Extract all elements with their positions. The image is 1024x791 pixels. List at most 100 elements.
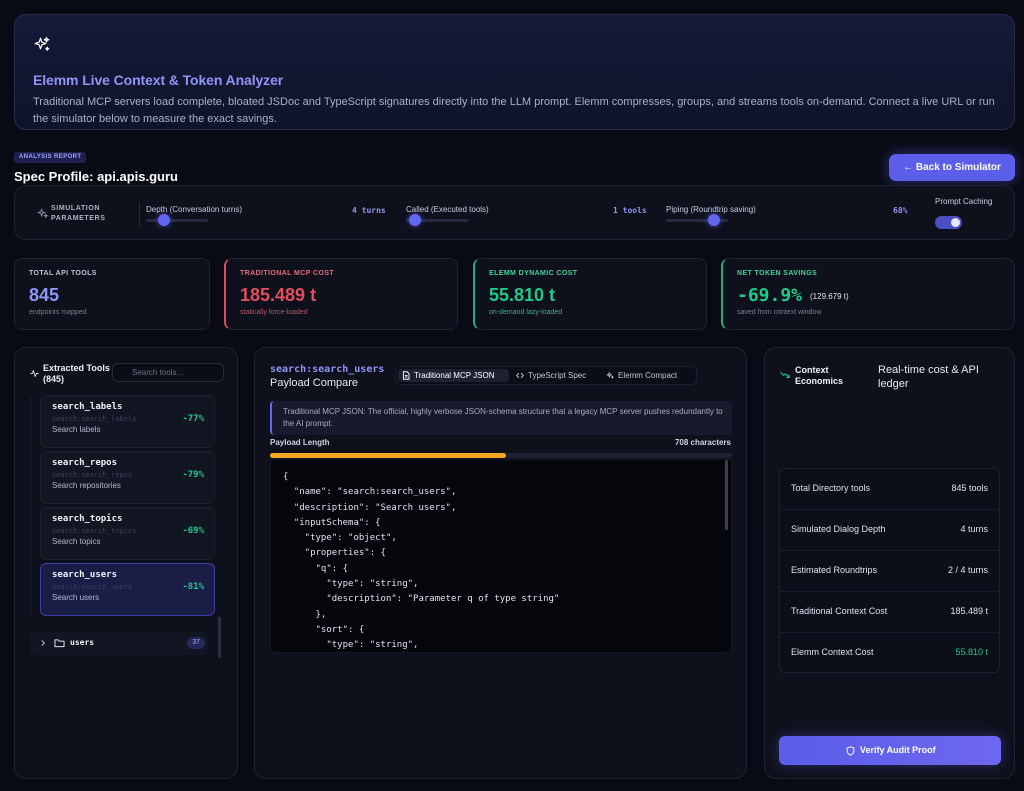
prompt-caching-label: Prompt Caching xyxy=(935,197,993,206)
parameters-title: SIMULATION PARAMETERS xyxy=(51,205,106,222)
tool-desc: Search topics xyxy=(52,537,101,546)
divider xyxy=(139,202,140,226)
called-value: 1 tools xyxy=(613,206,647,215)
stat-label: TOTAL API TOOLS xyxy=(29,270,97,277)
ledger-row: Elemm Context Cost 55.810 t xyxy=(780,633,999,674)
payload-format-tabs: Traditional MCP JSON TypeScript Spec Ele… xyxy=(395,366,697,385)
payload-subtitle: Payload Compare xyxy=(270,377,359,389)
sparkles-icon xyxy=(37,208,48,219)
spec-profile-title: Spec Profile: api.apis.guru xyxy=(14,169,178,184)
payload-code-block[interactable]: { "name": "search:search_users", "descri… xyxy=(270,459,732,653)
tool-item-search-users[interactable]: search_users search:search_users Search … xyxy=(40,563,215,616)
cost-ledger: Total Directory tools 845 tools Simulate… xyxy=(779,468,1000,673)
folder-row-users[interactable]: users 37 xyxy=(30,632,208,655)
tool-id: search:search_topics xyxy=(52,527,137,535)
tab-traditional-mcp-json[interactable]: Traditional MCP JSON xyxy=(398,369,509,382)
tool-desc: Search users xyxy=(52,593,100,602)
traditional-mcp-cost-card: TRADITIONAL MCP COST 185.489 t staticall… xyxy=(224,258,458,330)
payload-compare-panel: search:search_users Payload Compare Trad… xyxy=(254,347,747,779)
stat-sub: statically force-loaded xyxy=(240,309,308,316)
format-info-callout: Traditional MCP JSON: The official, high… xyxy=(270,401,732,435)
tool-savings: -81% xyxy=(182,582,204,592)
elemm-dynamic-cost-card: ELEMM DYNAMIC COST 55.810 t on-demand la… xyxy=(473,258,707,330)
tools-scrollbar[interactable] xyxy=(218,617,221,658)
folder-name: users xyxy=(70,638,95,647)
piping-slider-knob[interactable] xyxy=(708,214,721,226)
total-api-tools-card: TOTAL API TOOLS 845 endpoints mapped xyxy=(14,258,210,330)
stat-label: NET TOKEN SAVINGS xyxy=(737,270,818,277)
ledger-row: Total Directory tools 845 tools xyxy=(780,469,999,510)
app-title: Elemm Live Context & Token Analyzer xyxy=(33,72,284,88)
tool-item-search-labels[interactable]: search_labels search:search_labels Searc… xyxy=(40,395,215,448)
activity-icon xyxy=(30,370,39,377)
ledger-key: Estimated Roundtrips xyxy=(791,565,878,575)
audit-button-label: Verify Audit Proof xyxy=(860,745,936,755)
folder-count-badge: 37 xyxy=(187,637,205,649)
code-icon xyxy=(516,373,524,378)
tab-typescript-spec[interactable]: TypeScript Spec xyxy=(512,369,598,382)
ledger-value: 4 turns xyxy=(960,524,988,534)
ledger-row: Traditional Context Cost 185.489 t xyxy=(780,592,999,633)
payload-length-bar-fill xyxy=(270,453,506,458)
stat-sub: saved from context window xyxy=(737,309,822,316)
ledger-value: 2 / 4 turns xyxy=(947,565,988,575)
called-slider[interactable] xyxy=(406,214,468,226)
toggle-knob xyxy=(951,218,960,227)
payload-length-label: Payload Length xyxy=(270,438,330,447)
tab-elemm-compact[interactable]: Elemm Compact xyxy=(602,369,692,382)
shield-icon xyxy=(846,746,855,756)
ledger-value: 185.489 t xyxy=(950,606,988,616)
tool-desc: Search labels xyxy=(52,425,101,434)
hero-banner: Elemm Live Context & Token Analyzer Trad… xyxy=(14,14,1015,130)
trending-down-icon xyxy=(780,371,790,379)
called-label: Called (Executed tools) xyxy=(406,205,489,214)
stat-value: -69.9% xyxy=(737,285,803,306)
called-slider-knob[interactable] xyxy=(409,214,422,226)
tool-name: search_users xyxy=(52,570,118,580)
tool-desc: Search repositories xyxy=(52,481,121,490)
stat-label: TRADITIONAL MCP COST xyxy=(240,270,335,277)
depth-slider-knob[interactable] xyxy=(158,214,171,226)
stat-extra: (129.679 t) xyxy=(810,292,849,301)
payload-code: { "name": "search:search_users", "descri… xyxy=(283,472,560,651)
context-economics-panel: Context Economics Real-time cost & API l… xyxy=(764,347,1015,779)
econ-title: Context Economics xyxy=(795,365,844,386)
ledger-key: Total Directory tools xyxy=(791,483,871,493)
folder-icon xyxy=(54,639,65,648)
file-text-icon xyxy=(402,371,410,380)
ledger-row: Estimated Roundtrips 2 / 4 turns xyxy=(780,551,999,592)
tool-id: search:search_users xyxy=(52,583,133,591)
depth-label: Depth (Conversation turns) xyxy=(146,205,243,214)
tree-guide-line xyxy=(30,397,31,617)
tool-item-search-topics[interactable]: search_topics search:search_topics Searc… xyxy=(40,507,215,560)
stat-sub: endpoints mapped xyxy=(29,309,87,316)
stat-label: ELEMM DYNAMIC COST xyxy=(489,270,578,277)
piping-value: 68% xyxy=(893,206,908,215)
ledger-key: Traditional Context Cost xyxy=(791,606,888,616)
back-to-simulator-button[interactable]: ← Back to Simulator xyxy=(889,154,1015,181)
app-description: Traditional MCP servers load complete, b… xyxy=(33,96,995,125)
tools-search-input[interactable] xyxy=(112,363,224,382)
piping-label: Piping (Roundtrip saving) xyxy=(666,205,756,214)
code-scrollbar[interactable] xyxy=(725,460,728,530)
payload-length-bar xyxy=(270,453,732,458)
tab-label: Elemm Compact xyxy=(618,371,678,380)
prompt-caching-toggle[interactable] xyxy=(935,216,962,229)
sparkles-icon xyxy=(34,36,50,51)
tool-savings: -79% xyxy=(182,470,204,480)
stat-sub: on-demand lazy-loaded xyxy=(489,309,563,316)
ledger-key: Simulated Dialog Depth xyxy=(791,524,886,534)
tab-label: Traditional MCP JSON xyxy=(414,371,495,380)
verify-audit-proof-button[interactable]: Verify Audit Proof xyxy=(779,736,1001,765)
tools-header: Extracted Tools (845) xyxy=(43,363,110,384)
piping-slider[interactable] xyxy=(666,214,728,226)
depth-value: 4 turns xyxy=(352,206,386,215)
payload-length-value: 708 characters xyxy=(674,438,731,447)
tool-id: search:search_repos xyxy=(52,471,133,479)
ledger-value: 845 tools xyxy=(951,483,988,493)
tool-item-search-repos[interactable]: search_repos search:search_repos Search … xyxy=(40,451,215,504)
payload-tool-name: search:search_users xyxy=(270,364,385,375)
depth-slider[interactable] xyxy=(146,214,208,226)
ledger-value: 55.810 t xyxy=(955,647,988,657)
tool-name: search_repos xyxy=(52,458,118,468)
